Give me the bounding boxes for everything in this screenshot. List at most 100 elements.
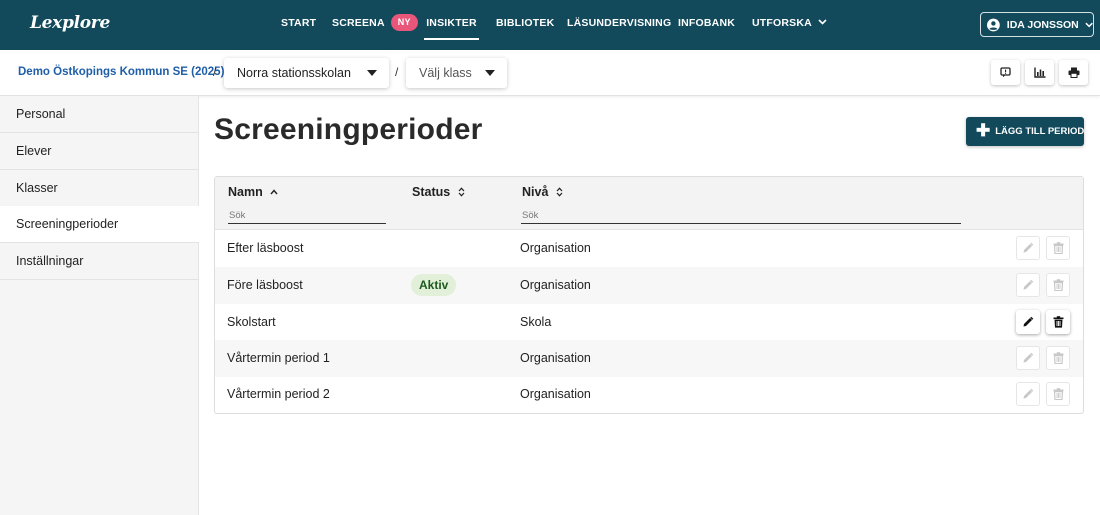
nav-infobank[interactable]: INFOBANK: [678, 0, 735, 50]
print-icon: [1068, 67, 1079, 78]
sidebar-item-screeningperioder[interactable]: Screeningperioder: [0, 206, 199, 243]
chart-icon: [1033, 67, 1045, 78]
feedback-icon: [1000, 67, 1011, 78]
period-name: Efter läsboost: [227, 241, 304, 255]
column-header-label: Namn: [228, 185, 263, 199]
school-select[interactable]: Norra stationsskolan: [224, 58, 389, 88]
edit-button[interactable]: [1016, 236, 1040, 260]
nav-utforska[interactable]: UTFORSKA: [752, 0, 827, 50]
sidebar-item-klasser[interactable]: Klasser: [0, 170, 199, 207]
table-row: Före läsboost Aktiv Organisation: [215, 267, 1083, 304]
period-level: Organisation: [520, 278, 591, 292]
period-name: Skolstart: [227, 315, 276, 329]
nav-label: START: [281, 17, 317, 29]
delete-button[interactable]: [1046, 273, 1070, 297]
add-period-label: LÄGG TILL PERIOD: [995, 126, 1085, 137]
pencil-icon: [1023, 316, 1034, 327]
column-header-name[interactable]: Namn: [228, 185, 278, 199]
sidebar-item-elever[interactable]: Elever: [0, 133, 199, 170]
period-name: Vårtermin period 2: [227, 387, 330, 401]
print-button[interactable]: [1059, 60, 1088, 85]
chevron-down-icon: [1085, 22, 1093, 27]
sort-icon: [556, 187, 563, 197]
period-name: Vårtermin period 1: [227, 351, 330, 365]
nav-screena[interactable]: SCREENA NY: [332, 0, 418, 50]
user-menu-button[interactable]: IDA JONSSON: [980, 12, 1094, 37]
column-header-label: Status: [412, 185, 451, 199]
sidebar-item-label: Inställningar: [16, 254, 84, 268]
edit-button[interactable]: [1016, 346, 1040, 370]
table-row: Skolstart Skola: [215, 304, 1083, 341]
period-level: Organisation: [520, 387, 591, 401]
sidebar-item-label: Klasser: [16, 181, 58, 195]
trash-icon: [1053, 279, 1063, 291]
breadcrumb-organization[interactable]: Demo Östkopings Kommun SE (2025): [18, 66, 224, 78]
sidebar-item-personal[interactable]: Personal: [0, 96, 199, 133]
edit-button[interactable]: [1016, 310, 1040, 334]
delete-button[interactable]: [1046, 346, 1070, 370]
plus-icon: ✚: [976, 121, 991, 140]
table-row: Vårtermin period 2 Organisation: [215, 376, 1083, 413]
column-header-label: Nivå: [522, 185, 549, 199]
pencil-icon: [1023, 388, 1034, 399]
table-header: Namn Status Nivå: [215, 177, 1083, 230]
level-filter-input[interactable]: [521, 207, 961, 224]
sort-icon: [458, 187, 465, 197]
user-name: IDA JONSSON: [1006, 18, 1079, 31]
sidebar-item-label: Elever: [16, 144, 52, 158]
pencil-icon: [1023, 242, 1034, 253]
table-row: Vårtermin period 1 Organisation: [215, 340, 1083, 377]
pencil-icon: [1023, 352, 1034, 363]
nav-insikter[interactable]: INSIKTER: [424, 0, 479, 50]
period-level: Organisation: [520, 241, 591, 255]
trash-icon: [1053, 242, 1063, 254]
add-period-button[interactable]: ✚ LÄGG TILL PERIOD: [966, 117, 1084, 146]
delete-button[interactable]: [1046, 310, 1070, 334]
period-level: Organisation: [520, 351, 591, 365]
school-select-value: Norra stationsskolan: [237, 66, 351, 80]
class-select-placeholder: Välj klass: [419, 66, 472, 80]
delete-button[interactable]: [1046, 382, 1070, 406]
periods-table: Namn Status Nivå Efter läsboost Organisa…: [214, 176, 1084, 414]
sort-ascending-icon: [270, 189, 278, 195]
chevron-down-icon: [818, 19, 827, 25]
top-navigation: Lexplore START SCREENA NY INSIKTER BIBLIO…: [0, 0, 1100, 50]
column-header-status[interactable]: Status: [412, 185, 465, 199]
sidebar-item-label: Screeningperioder: [16, 217, 119, 231]
user-avatar-icon: [987, 18, 1000, 31]
sidebar-item-installningar[interactable]: Inställningar: [0, 243, 199, 280]
table-row: Efter läsboost Organisation: [215, 230, 1083, 267]
logo[interactable]: Lexplore: [30, 13, 110, 33]
breadcrumb-separator: /: [395, 65, 399, 79]
caret-down-icon: [367, 70, 377, 76]
edit-button[interactable]: [1016, 273, 1040, 297]
delete-button[interactable]: [1046, 236, 1070, 260]
feedback-button[interactable]: [991, 60, 1020, 85]
nav-lasundervisning[interactable]: LÄSUNDERVISNING: [567, 0, 671, 50]
sidebar: Personal Elever Klasser Screeningperiode…: [0, 96, 199, 515]
new-badge: NY: [390, 13, 418, 31]
sidebar-item-label: Personal: [16, 107, 66, 121]
nav-label: INSIKTER: [426, 17, 477, 29]
nav-label: UTFORSKA: [752, 17, 812, 29]
nav-start[interactable]: START: [281, 0, 316, 50]
trash-icon: [1053, 316, 1063, 328]
pencil-icon: [1023, 279, 1034, 290]
edit-button[interactable]: [1016, 382, 1040, 406]
breadcrumb: Demo Östkopings Kommun SE (2025) / Norra…: [0, 50, 1100, 96]
trash-icon: [1053, 388, 1063, 400]
period-level: Skola: [520, 315, 552, 329]
period-name: Före läsboost: [227, 278, 303, 292]
trash-icon: [1053, 352, 1063, 364]
column-header-level[interactable]: Nivå: [522, 185, 563, 199]
caret-down-icon: [485, 70, 495, 76]
statistics-button[interactable]: [1025, 60, 1054, 85]
breadcrumb-separator: /: [213, 65, 217, 79]
nav-label: LÄSUNDERVISNING: [567, 17, 672, 29]
name-filter-input[interactable]: [228, 207, 386, 224]
nav-bibliotek[interactable]: BIBLIOTEK: [496, 0, 554, 50]
status-badge: Aktiv: [411, 274, 457, 296]
class-select[interactable]: Välj klass: [406, 58, 507, 88]
nav-label: INFOBANK: [678, 17, 736, 29]
page-title: Screeningperioder: [214, 113, 483, 146]
